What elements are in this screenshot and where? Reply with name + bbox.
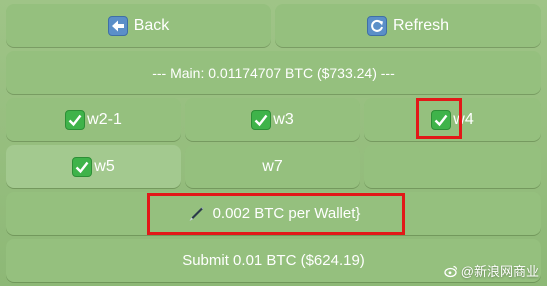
refresh-icon <box>366 15 387 36</box>
wallet-w4-label: w4 <box>453 110 474 128</box>
back-arrow-icon <box>107 15 128 36</box>
wallet-w7-button[interactable]: w7 <box>185 145 360 188</box>
refresh-button[interactable]: Refresh <box>275 4 541 47</box>
watermark-text: @新浪网商业 <box>460 264 539 279</box>
check-mark-icon <box>72 156 93 177</box>
amount-per-wallet-button[interactable]: 0.002 BTC per Wallet} <box>6 192 541 235</box>
wallet-w7-label: w7 <box>262 157 283 175</box>
refresh-button-label: Refresh <box>392 16 450 34</box>
back-button[interactable]: Back <box>6 4 271 47</box>
watermark: @新浪网商业 <box>444 261 539 280</box>
amount-per-wallet-label: 0.002 BTC per Wallet} <box>212 205 361 222</box>
wallet-w3-label: w3 <box>273 110 294 128</box>
empty-button[interactable] <box>364 145 541 188</box>
check-mark-icon <box>431 109 452 130</box>
submit-button-label: Submit 0.01 BTC ($624.19) <box>182 252 365 269</box>
main-balance-label: --- Main: 0.01174707 BTC ($733.24) --- <box>152 64 395 81</box>
wallet-w4-button[interactable]: w4 <box>364 98 541 141</box>
wallet-w5-button[interactable]: w5 <box>6 145 181 188</box>
back-button-label: Back <box>133 16 170 34</box>
check-mark-icon <box>251 109 272 130</box>
check-mark-icon <box>65 109 86 130</box>
inline-keyboard: Back Refresh --- Main: 0.01174707 BTC ($… <box>0 0 547 286</box>
wallet-w2-1-label: w2-1 <box>87 110 122 128</box>
wallet-w2-1-button[interactable]: w2-1 <box>6 98 181 141</box>
pen-icon <box>187 205 205 223</box>
wallet-w3-button[interactable]: w3 <box>185 98 360 141</box>
wallet-w5-label: w5 <box>94 157 115 175</box>
main-balance-button[interactable]: --- Main: 0.01174707 BTC ($733.24) --- <box>6 51 541 94</box>
weibo-logo-icon <box>444 264 458 278</box>
